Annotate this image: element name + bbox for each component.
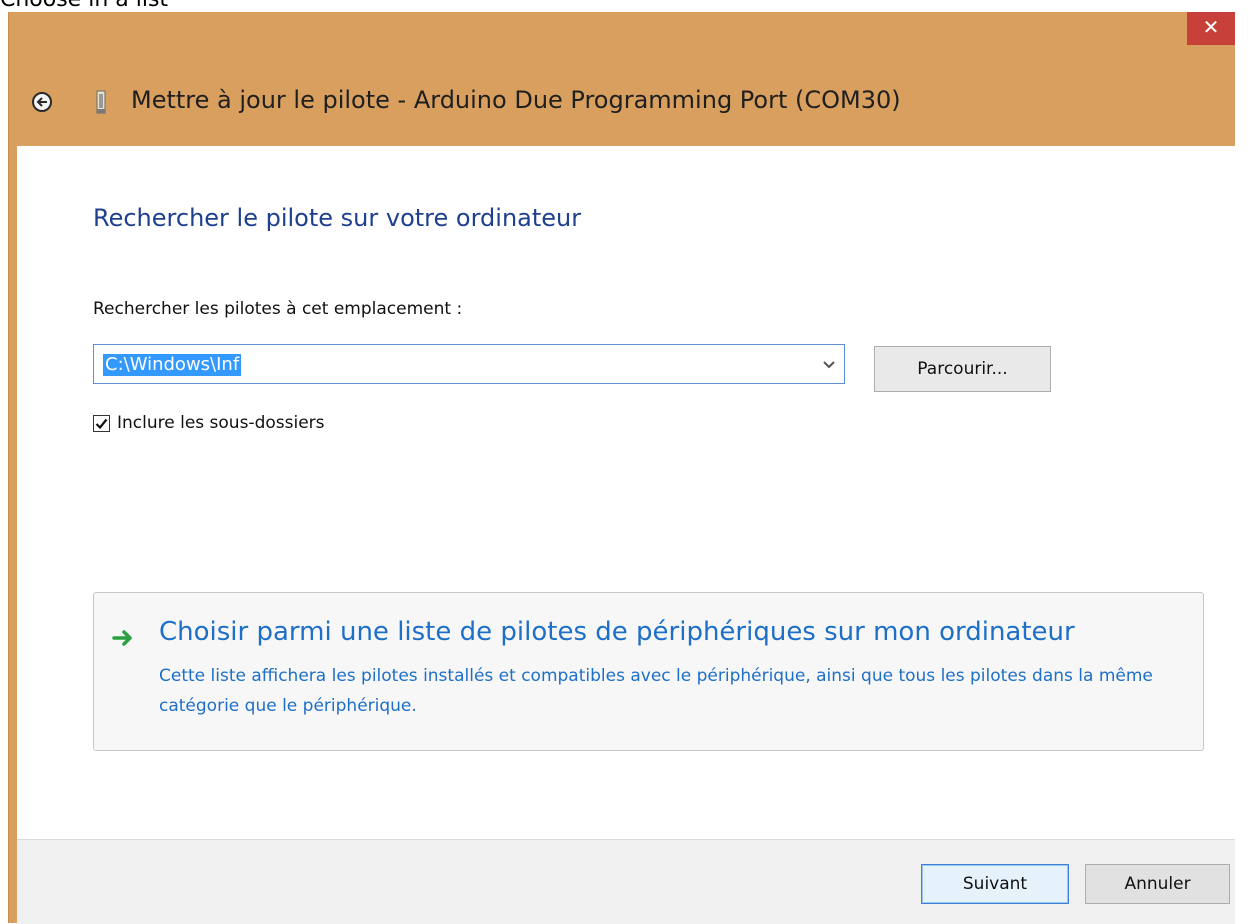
include-subfolders-label[interactable]: Inclure les sous-dossiers	[117, 413, 325, 433]
wizard-header: Mettre à jour le pilote - Arduino Due Pr…	[9, 72, 1235, 147]
close-button[interactable]: ✕	[1187, 12, 1235, 45]
browse-button[interactable]: Parcourir...	[874, 346, 1051, 392]
back-button[interactable]	[32, 92, 52, 112]
update-driver-window: ✕ Mettre à jour le pilote - Arduino Due …	[8, 12, 1235, 924]
choose-option-description: Cette liste affichera les pilotes instal…	[159, 666, 1153, 716]
search-location-label: Rechercher les pilotes à cet emplacement…	[93, 299, 463, 319]
usb-device-icon	[96, 90, 106, 114]
window-title: Mettre à jour le pilote - Arduino Due Pr…	[131, 86, 901, 114]
next-button[interactable]: Suivant	[921, 864, 1069, 904]
checkmark-icon	[95, 418, 108, 430]
back-arrow-icon	[36, 97, 47, 107]
choose-option-title[interactable]: Choisir parmi une liste de pilotes de pé…	[159, 617, 1075, 647]
chevron-down-icon[interactable]	[822, 358, 836, 372]
wizard-content: Rechercher le pilote sur votre ordinateu…	[17, 146, 1235, 839]
choose-from-list-option[interactable]: Choisir parmi une liste de pilotes de pé…	[93, 592, 1204, 751]
green-arrow-icon	[112, 630, 132, 646]
search-location-value[interactable]: C:\Windows\Inf	[103, 354, 242, 376]
search-location-combobox[interactable]: C:\Windows\Inf	[93, 344, 845, 384]
cancel-button[interactable]: Annuler	[1085, 864, 1230, 904]
wizard-footer: Suivant Annuler	[17, 839, 1235, 924]
close-icon: ✕	[1202, 15, 1220, 39]
include-subfolders-checkbox[interactable]	[93, 415, 110, 432]
page-caption: Choose in a list	[0, 0, 168, 11]
section-title: Rechercher le pilote sur votre ordinateu…	[93, 204, 582, 232]
